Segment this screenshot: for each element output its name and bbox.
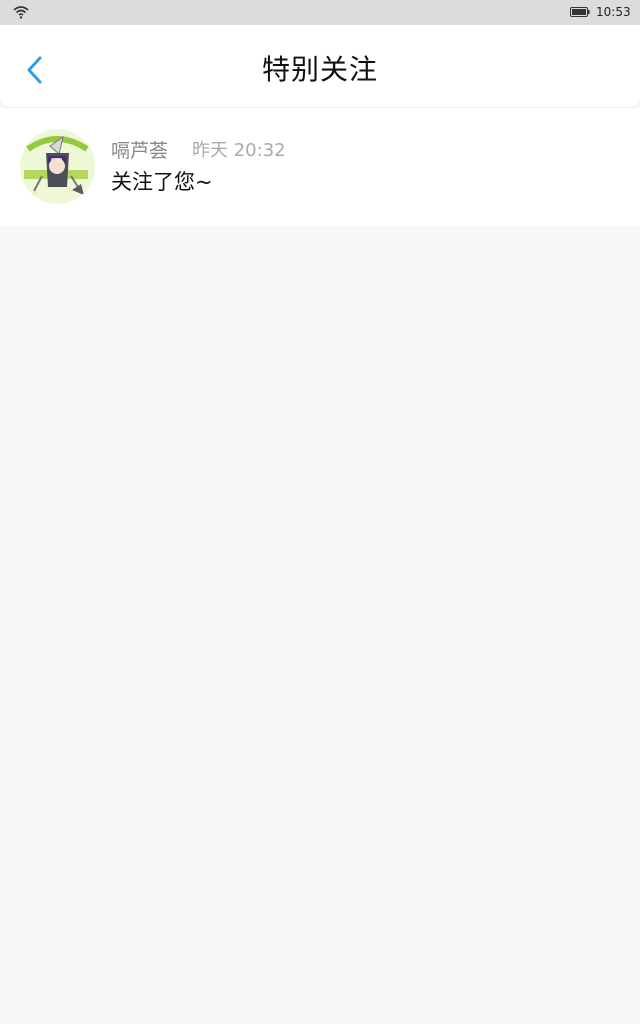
timestamp: 昨天 20:32: [192, 140, 286, 161]
avatar-image: [20, 129, 95, 204]
page-title: 特别关注: [261, 53, 378, 86]
empty-content-area: [0, 226, 640, 1024]
status-bar: 10:53: [0, 0, 640, 25]
avatar[interactable]: [20, 129, 95, 204]
notification-item[interactable]: 嗝芦荟 昨天 20:32 关注了您~: [0, 108, 640, 226]
message-text: 关注了您~: [111, 170, 213, 194]
username-link[interactable]: 嗝芦荟: [111, 139, 168, 163]
wifi-icon: [13, 6, 29, 19]
status-time: 10:53: [596, 5, 631, 19]
header: 特别关注: [0, 25, 640, 107]
battery-icon: [570, 7, 590, 17]
